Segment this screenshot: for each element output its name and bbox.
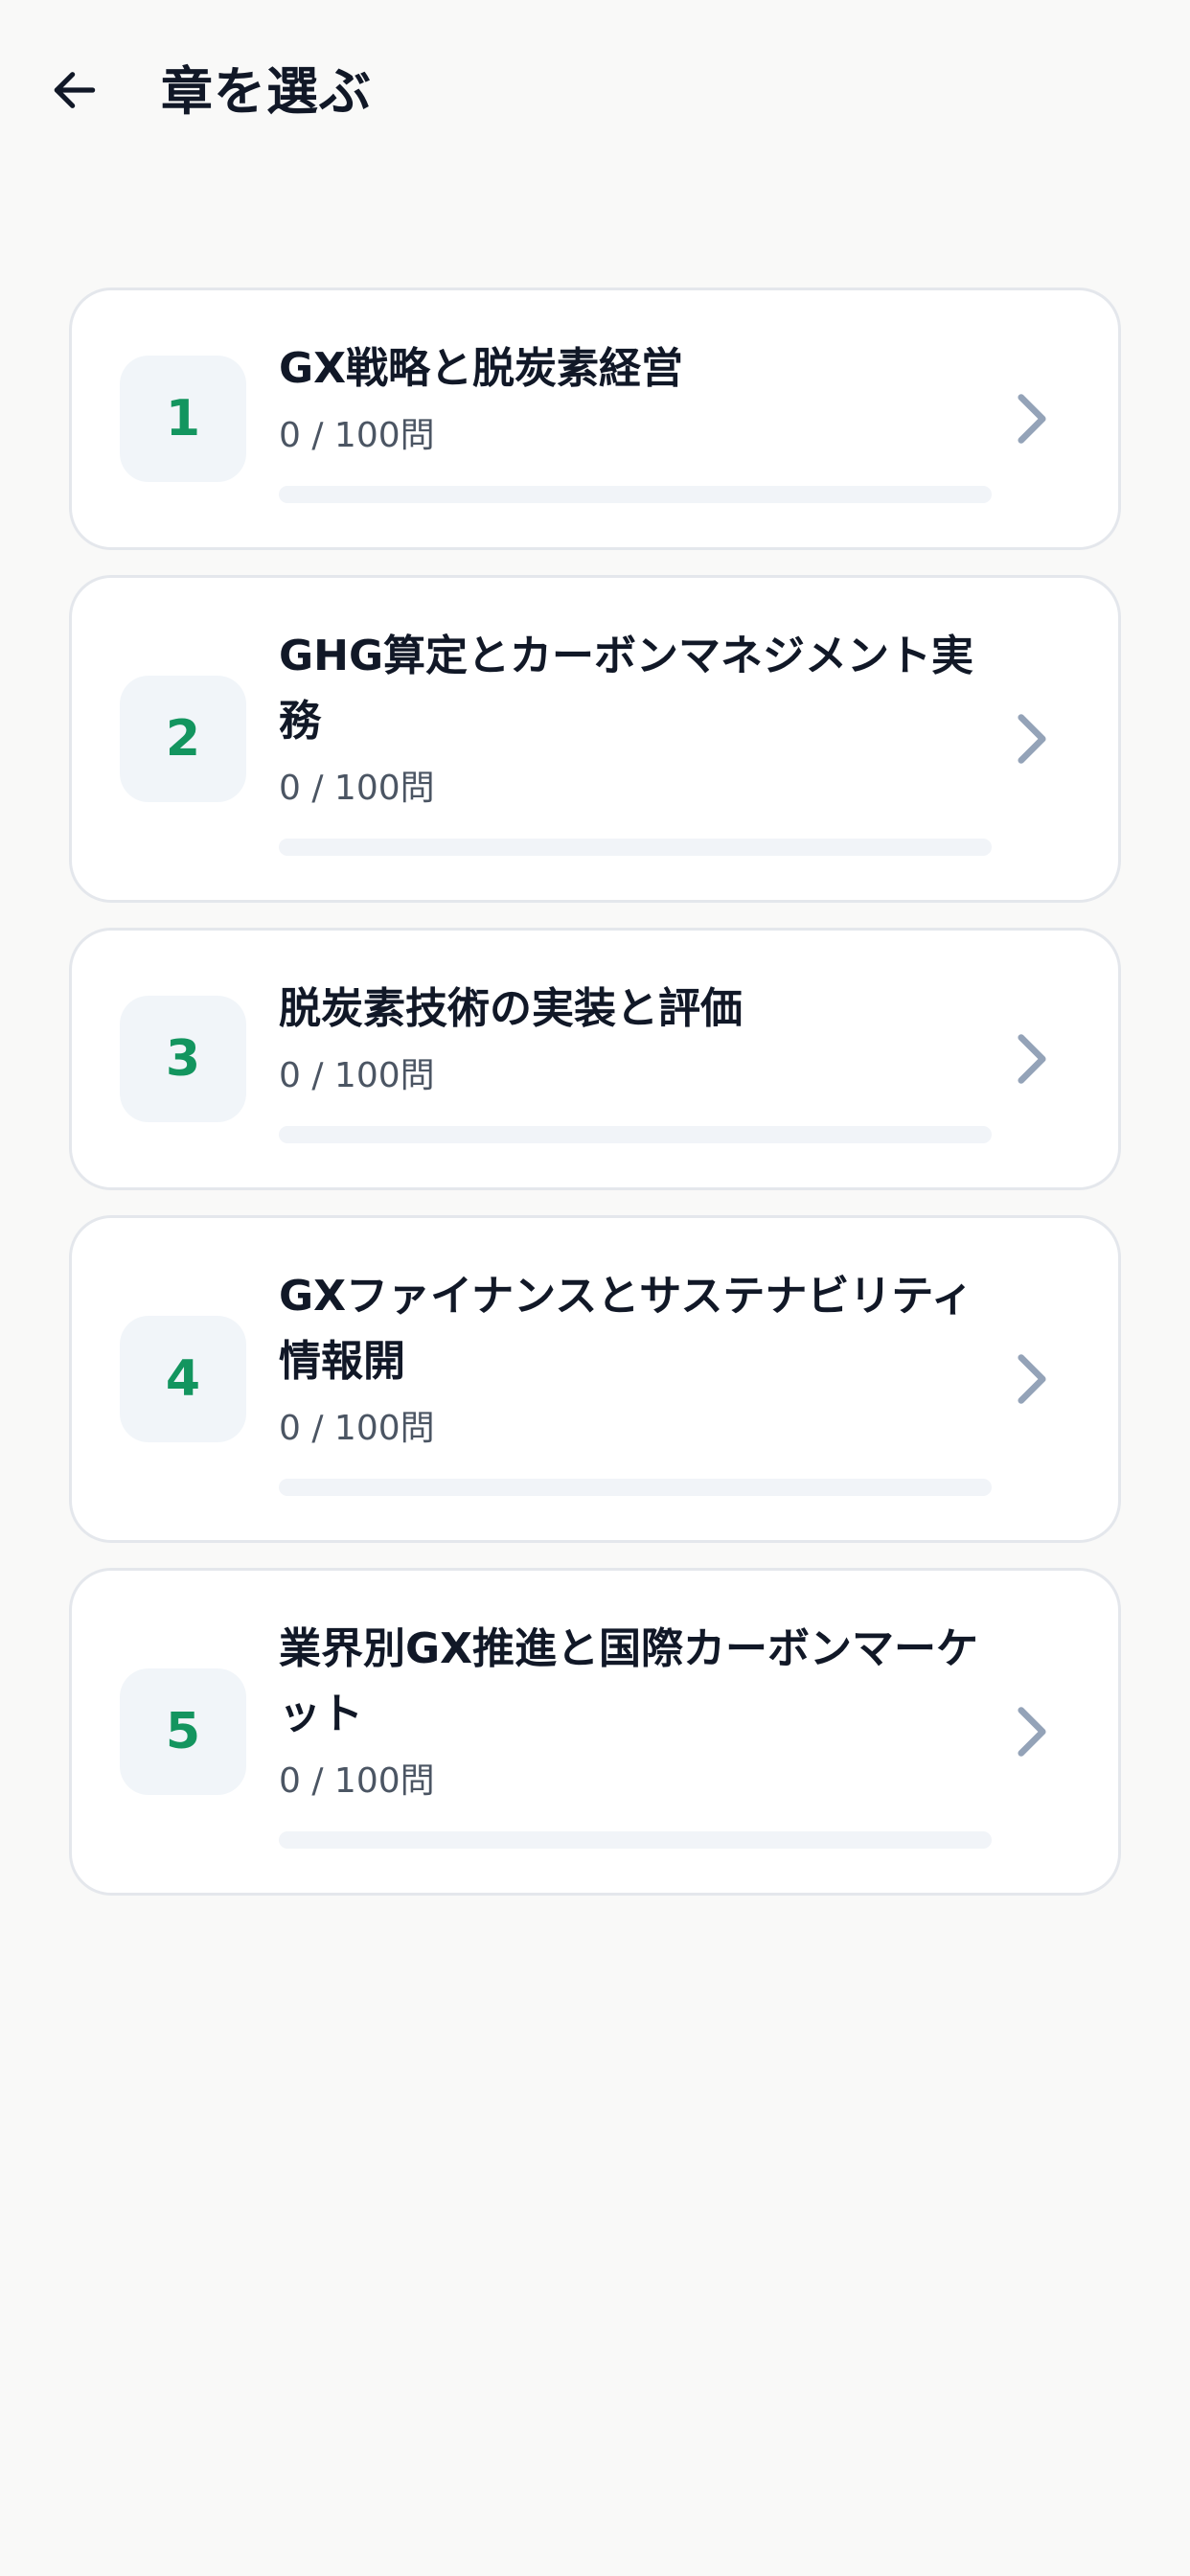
chapter-card-3[interactable]: 3 脱炭素技術の実装と評価 0 / 100問	[69, 928, 1121, 1190]
chapter-list: 1 GX戦略と脱炭素経営 0 / 100問 2 GHG算定とカーボンマネジメント…	[69, 288, 1121, 1920]
chevron-right-icon	[1005, 392, 1059, 446]
chevron-right-icon	[1005, 1352, 1059, 1406]
chapter-card-4[interactable]: 4 GXファイナンスとサステナビリティ情報開 0 / 100問	[69, 1215, 1121, 1543]
chapter-card-2[interactable]: 2 GHG算定とカーボンマネジメント実務 0 / 100問	[69, 575, 1121, 903]
chapter-progress-count: 0 / 100問	[279, 1761, 435, 1801]
chapter-progress-count: 0 / 100問	[279, 1409, 435, 1448]
chapter-title: 脱炭素技術の実装と評価	[279, 984, 743, 1033]
progress-bar	[279, 1831, 992, 1849]
chapter-progress-count: 0 / 100問	[279, 769, 435, 808]
chapter-number-badge: 2	[120, 676, 246, 802]
back-button[interactable]	[38, 56, 111, 128]
progress-bar	[279, 1479, 992, 1496]
page-title: 章を選ぶ	[161, 61, 372, 122]
chapter-title: 業界別GX推進と国際カーボンマーケット	[279, 1624, 979, 1738]
chapter-title: GHG算定とカーボンマネジメント実務	[279, 632, 974, 746]
progress-bar	[279, 1126, 992, 1143]
progress-bar	[279, 486, 992, 503]
app-screen: 章を選ぶ 1 GX戦略と脱炭素経営 0 / 100問 2 GHG算定とカーボンマ…	[0, 0, 1190, 2576]
chevron-right-icon	[1005, 1032, 1059, 1086]
chapter-progress-count: 0 / 100問	[279, 416, 435, 455]
chapter-number-badge: 3	[120, 996, 246, 1122]
header: 章を選ぶ	[0, 0, 1190, 182]
chapter-number-badge: 1	[120, 356, 246, 482]
progress-bar	[279, 839, 992, 856]
chapter-title: GX戦略と脱炭素経営	[279, 344, 684, 393]
chapter-number-badge: 4	[120, 1316, 246, 1442]
chapter-card-1[interactable]: 1 GX戦略と脱炭素経営 0 / 100問	[69, 288, 1121, 550]
chevron-right-icon	[1005, 712, 1059, 766]
arrow-left-icon	[48, 63, 102, 121]
chapter-progress-count: 0 / 100問	[279, 1056, 435, 1095]
chevron-right-icon	[1005, 1705, 1059, 1759]
chapter-title: GXファイナンスとサステナビリティ情報開	[279, 1272, 973, 1386]
chapter-number-badge: 5	[120, 1668, 246, 1795]
chapter-card-5[interactable]: 5 業界別GX推進と国際カーボンマーケット 0 / 100問	[69, 1568, 1121, 1896]
